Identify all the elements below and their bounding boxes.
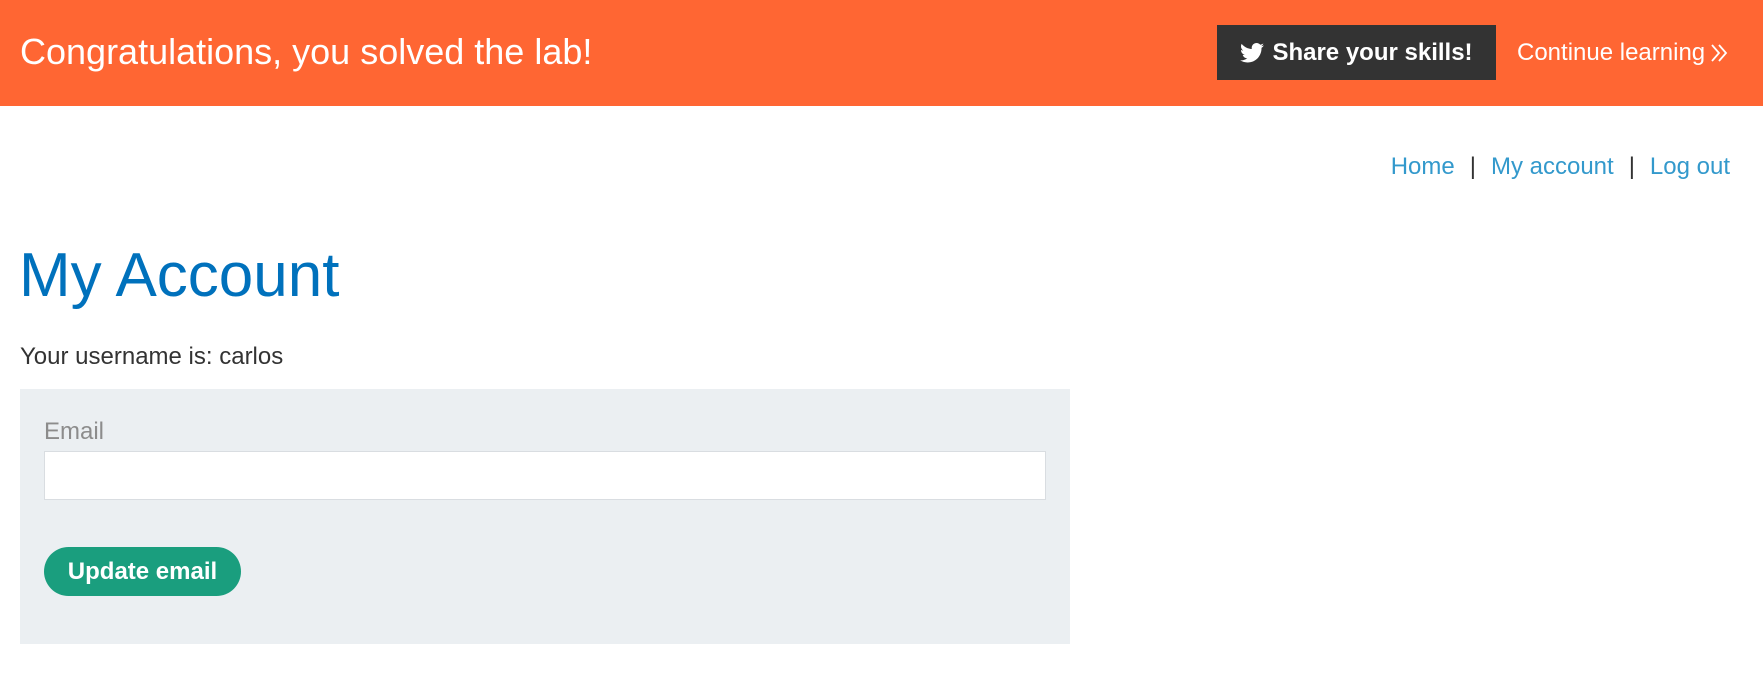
share-skills-button[interactable]: Share your skills! (1217, 25, 1496, 80)
share-skills-label: Share your skills! (1272, 38, 1473, 66)
nav-log-out-link[interactable]: Log out (1650, 150, 1730, 184)
continue-learning-label: Continue learning (1517, 39, 1706, 66)
top-nav: Home | My account | Log out (1391, 150, 1730, 184)
page-title: My Account (19, 241, 340, 310)
update-email-button[interactable]: Update email (44, 547, 241, 596)
banner-title: Congratulations, you solved the lab! (20, 31, 593, 72)
email-input[interactable] (44, 451, 1046, 500)
nav-separator: | (1628, 153, 1635, 180)
nav-my-account-link[interactable]: My account (1491, 150, 1614, 184)
double-chevron-right-icon (1711, 44, 1728, 62)
continue-learning-link[interactable]: Continue learning (1517, 36, 1729, 70)
nav-separator: | (1469, 153, 1476, 180)
nav-home-link[interactable]: Home (1391, 150, 1455, 184)
lab-solved-banner: Congratulations, you solved the lab! Sha… (0, 0, 1763, 106)
email-label: Email (44, 418, 105, 445)
update-email-form: Email Update email (20, 389, 1070, 644)
username-text: Your username is: carlos (20, 343, 284, 370)
twitter-icon (1240, 42, 1265, 62)
